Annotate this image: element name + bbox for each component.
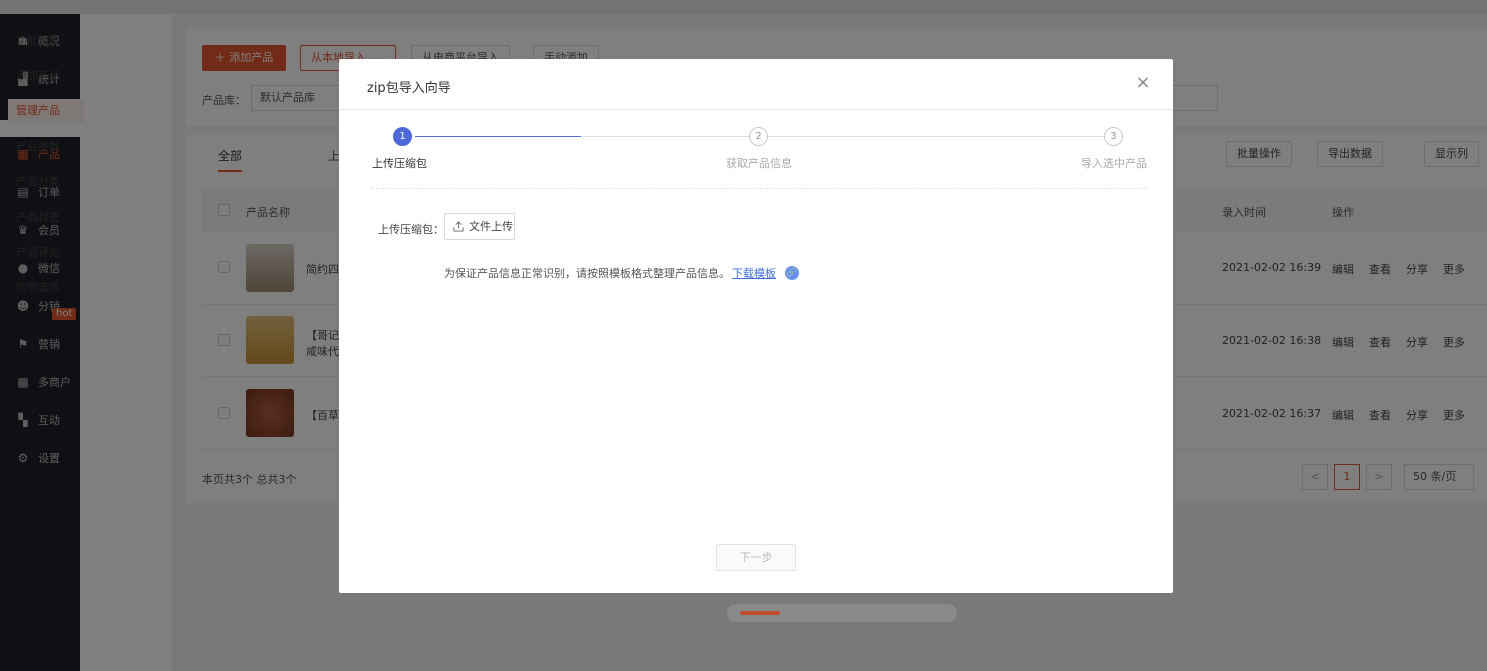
scrollbar-thumb[interactable]: [740, 611, 780, 615]
download-template-link[interactable]: 下载模板: [732, 265, 776, 281]
hint-text: 为保证产品信息正常识别，请按照模板格式整理产品信息。: [444, 267, 730, 280]
link-icon[interactable]: 🔗: [785, 266, 799, 280]
step-1-label: 上传压缩包: [372, 157, 427, 170]
next-step-button[interactable]: 下一步: [716, 544, 796, 571]
step-2-label: 获取产品信息: [726, 157, 792, 170]
step-1-indicator: 1: [393, 127, 412, 146]
step-line: [581, 136, 749, 137]
upload-label: 上传压缩包：: [378, 223, 444, 236]
step-3-indicator: 3: [1104, 127, 1123, 146]
zip-import-wizard-dialog: zip包导入向导 × 1 2 3 上传压缩包 获取产品信息 导入选中产品 上传压…: [339, 59, 1173, 593]
upload-icon: [453, 221, 464, 232]
dialog-title: zip包导入向导: [367, 81, 451, 96]
step-line: [768, 136, 1104, 137]
dialog-header-divider: [339, 109, 1173, 110]
file-upload-button[interactable]: 文件上传: [444, 213, 515, 240]
close-icon[interactable]: ×: [1133, 73, 1153, 93]
file-upload-label: 文件上传: [469, 220, 513, 233]
template-hint: 为保证产品信息正常识别，请按照模板格式整理产品信息。 下载模板 🔗: [444, 265, 799, 281]
step-progress-line: [415, 136, 581, 137]
step-2-indicator: 2: [749, 127, 768, 146]
step-3-label: 导入选中产品: [1081, 157, 1147, 170]
steps-divider: [371, 188, 1147, 189]
